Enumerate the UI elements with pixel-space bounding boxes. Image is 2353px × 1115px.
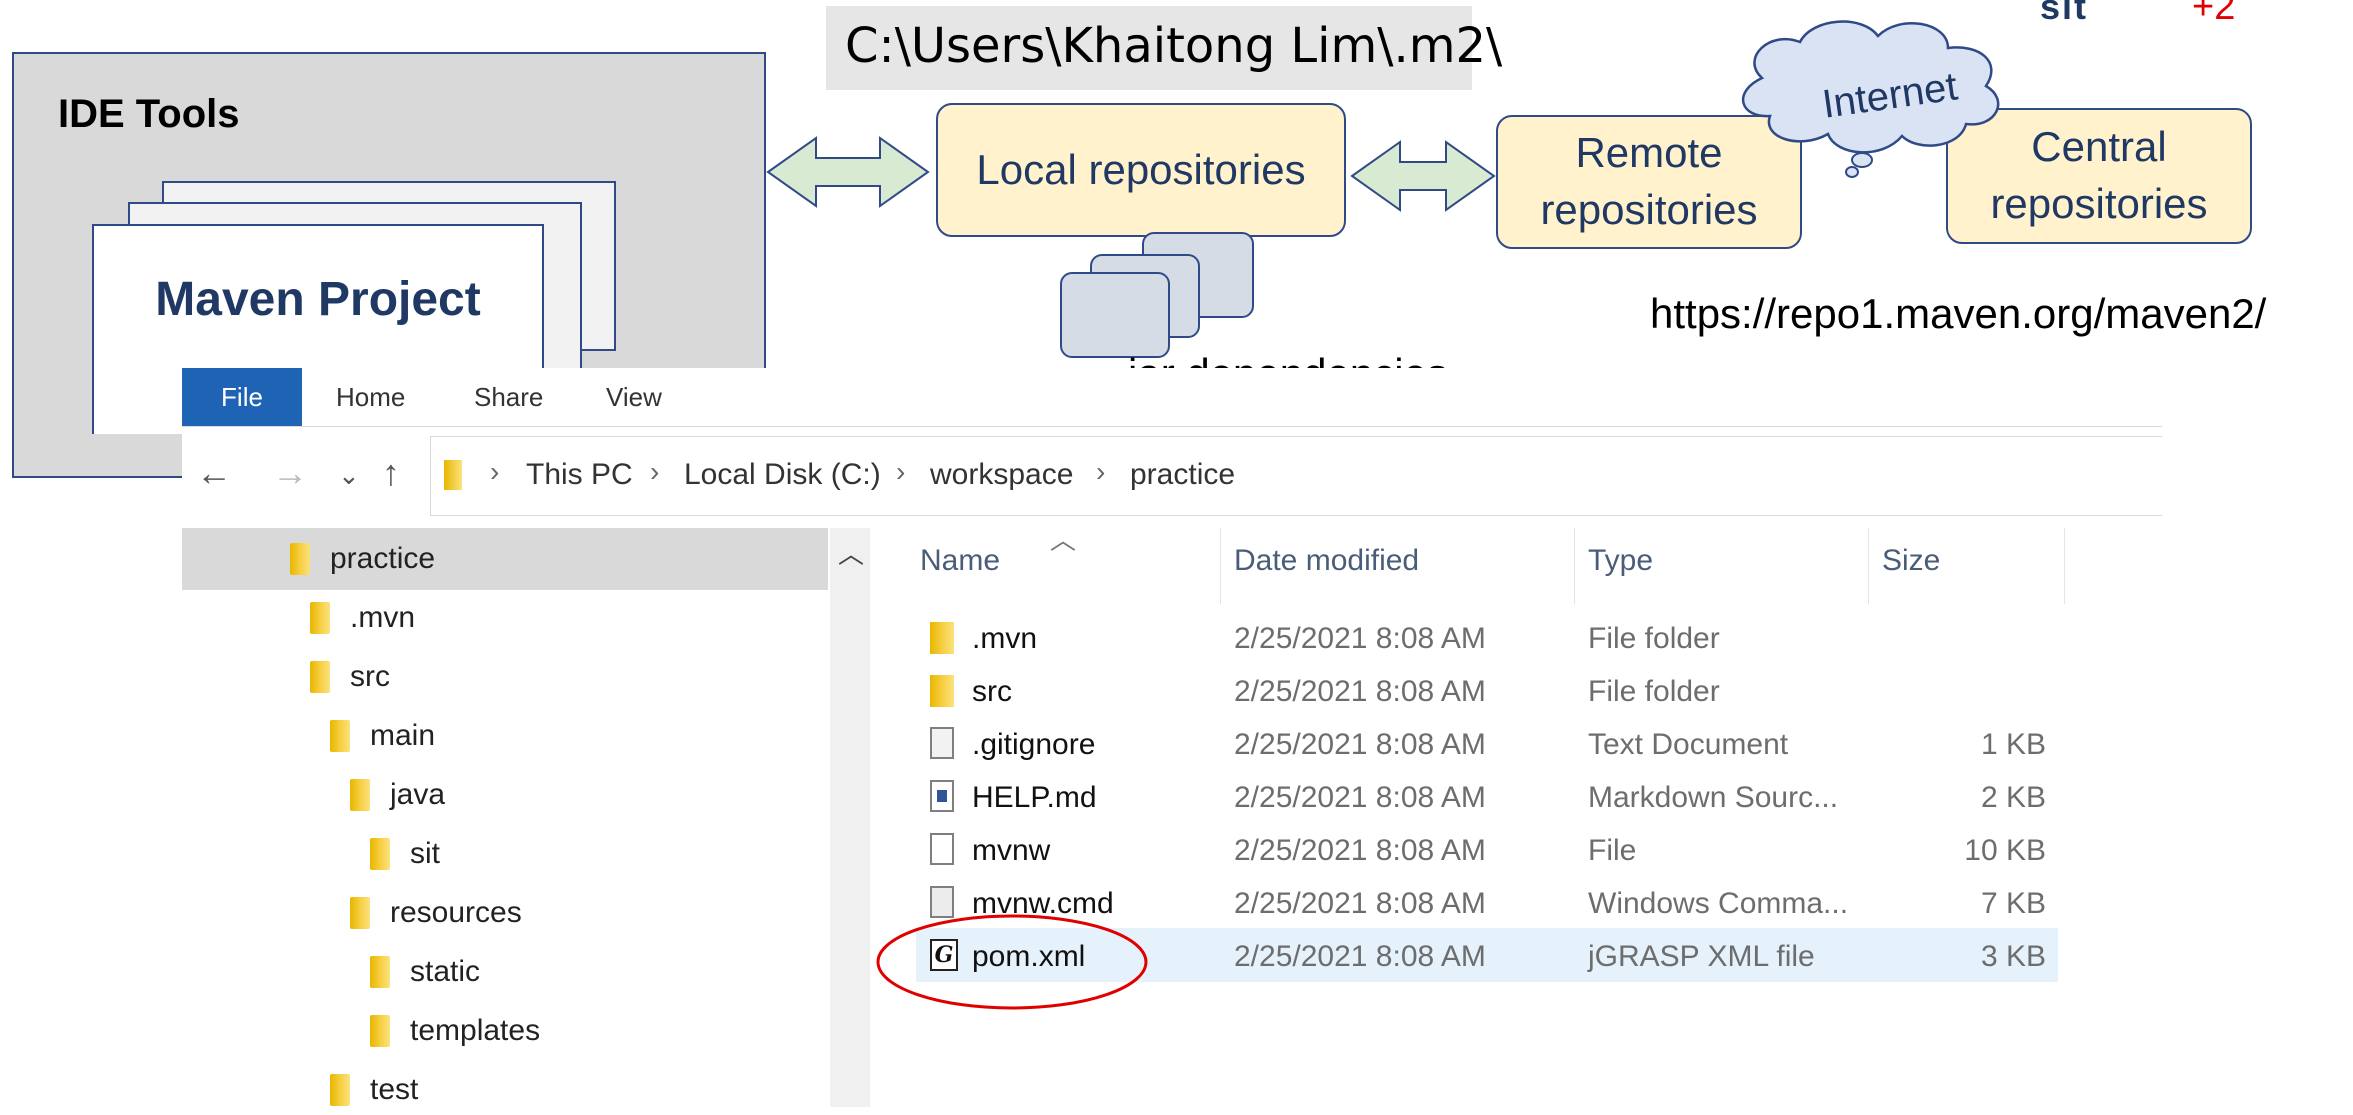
local-remote-double-arrow bbox=[1350, 140, 1496, 212]
tree-item-label: .mvn bbox=[350, 601, 416, 634]
tree-item-practice[interactable]: practice bbox=[290, 534, 435, 584]
tree-item-label: src bbox=[350, 660, 390, 693]
file-date: 2/25/2021 8:08 AM bbox=[1234, 834, 1486, 867]
folder-icon bbox=[330, 1074, 350, 1106]
text-file-icon bbox=[930, 727, 954, 759]
file-type: File folder bbox=[1588, 675, 1720, 708]
file-size: 7 KB bbox=[1980, 887, 2046, 920]
file-type: Text Document bbox=[1588, 728, 1789, 761]
breadcrumb-local-disk[interactable]: Local Disk (C:) bbox=[684, 458, 881, 492]
file-name: mvnw bbox=[972, 834, 1051, 867]
tree-item-resources[interactable]: resources bbox=[350, 888, 522, 938]
tab-share[interactable]: Share bbox=[474, 368, 543, 426]
tree-item-label: sit bbox=[410, 837, 440, 870]
file-type: Markdown Sourc... bbox=[1588, 781, 1839, 814]
folder-icon bbox=[290, 543, 310, 575]
folder-icon bbox=[370, 838, 390, 870]
folder-icon bbox=[930, 622, 954, 654]
folder-icon bbox=[330, 720, 350, 752]
recent-dropdown-icon[interactable]: ⌄ bbox=[338, 460, 360, 491]
sit-logo: sit bbox=[2040, 0, 2089, 27]
column-header-size[interactable]: Size bbox=[1882, 544, 1940, 578]
file-name: .mvn bbox=[972, 622, 1038, 655]
tree-item-main[interactable]: main bbox=[330, 711, 435, 761]
tree-item-label: java bbox=[390, 778, 446, 811]
file-date: 2/25/2021 8:08 AM bbox=[1234, 728, 1486, 761]
file-size: 2 KB bbox=[1980, 781, 2046, 814]
folder-icon bbox=[370, 1015, 390, 1047]
blank-file-icon bbox=[930, 833, 954, 865]
tree-item-label: resources bbox=[390, 896, 522, 929]
folder-icon bbox=[444, 460, 462, 490]
column-divider[interactable] bbox=[1868, 528, 1869, 604]
breadcrumb-separator-icon: › bbox=[1096, 456, 1106, 487]
file-type: File folder bbox=[1588, 622, 1720, 655]
scroll-up-icon[interactable]: ︿ bbox=[838, 534, 864, 571]
markdown-file-icon bbox=[930, 780, 954, 812]
file-type: jGRASP XML file bbox=[1588, 940, 1815, 973]
column-header-name[interactable]: Name bbox=[920, 544, 1000, 578]
back-arrow-icon[interactable]: ← bbox=[196, 452, 232, 494]
tree-item-label: test bbox=[370, 1073, 419, 1106]
file-date: 2/25/2021 8:08 AM bbox=[1234, 887, 1486, 920]
nav-selected-highlight bbox=[182, 528, 828, 590]
ide-local-double-arrow bbox=[766, 136, 930, 208]
tree-item-test[interactable]: test bbox=[330, 1065, 418, 1115]
folder-icon bbox=[350, 897, 370, 929]
up-arrow-icon[interactable]: ↑ bbox=[382, 452, 400, 494]
tab-home[interactable]: Home bbox=[336, 368, 405, 426]
central-repository-url: https://repo1.maven.org/maven2/ bbox=[1650, 290, 2267, 337]
tree-item-java[interactable]: java bbox=[350, 770, 445, 820]
file-size: 1 KB bbox=[1980, 728, 2046, 761]
tree-item-label: static bbox=[410, 955, 481, 988]
forward-arrow-icon[interactable]: → bbox=[272, 452, 308, 494]
sort-ascending-icon: ︿ bbox=[1050, 525, 1077, 555]
column-header-type[interactable]: Type bbox=[1588, 544, 1653, 578]
column-divider[interactable] bbox=[1220, 528, 1221, 604]
file-type: File bbox=[1588, 834, 1637, 867]
tree-item-sit[interactable]: sit bbox=[370, 829, 440, 879]
breadcrumb-this-pc[interactable]: This PC bbox=[526, 458, 633, 492]
file-name: src bbox=[972, 675, 1012, 708]
file-name: HELP.md bbox=[972, 781, 1097, 814]
folder-icon bbox=[310, 602, 330, 634]
breadcrumb-workspace[interactable]: workspace bbox=[930, 458, 1073, 492]
breadcrumb-practice[interactable]: practice bbox=[1130, 458, 1235, 492]
file-date: 2/25/2021 8:08 AM bbox=[1234, 622, 1486, 655]
folder-icon bbox=[930, 675, 954, 707]
jar-dependency-front bbox=[1060, 272, 1170, 358]
pom-highlight-ellipse bbox=[876, 914, 1148, 1010]
folder-icon bbox=[350, 779, 370, 811]
column-header-date[interactable]: Date modified bbox=[1234, 544, 1419, 578]
file-size: 10 KB bbox=[1964, 834, 2046, 867]
file-type: Windows Comma... bbox=[1588, 887, 1849, 920]
slide-badge: +2 bbox=[2192, 0, 2236, 28]
file-size: 3 KB bbox=[1980, 940, 2046, 973]
breadcrumb-separator-icon: › bbox=[650, 456, 660, 487]
tab-file[interactable]: File bbox=[182, 368, 302, 426]
tree-item-label: main bbox=[370, 719, 436, 752]
tree-item-static[interactable]: static bbox=[370, 947, 480, 997]
tree-item-label: practice bbox=[330, 542, 436, 575]
breadcrumb-separator-icon: › bbox=[896, 456, 906, 487]
tree-item-label: templates bbox=[410, 1014, 541, 1047]
cloud-bubble-large bbox=[1851, 152, 1873, 168]
tree-item-templates[interactable]: templates bbox=[370, 1006, 540, 1056]
tree-item-src[interactable]: src bbox=[310, 652, 390, 702]
breadcrumb-separator-icon: › bbox=[490, 456, 500, 487]
file-name: .gitignore bbox=[972, 728, 1096, 761]
file-date: 2/25/2021 8:08 AM bbox=[1234, 781, 1486, 814]
file-date: 2/25/2021 8:08 AM bbox=[1234, 675, 1486, 708]
folder-icon bbox=[310, 661, 330, 693]
tab-view[interactable]: View bbox=[606, 368, 662, 426]
column-divider[interactable] bbox=[1574, 528, 1575, 604]
file-date: 2/25/2021 8:08 AM bbox=[1234, 940, 1486, 973]
tree-item-mvn[interactable]: .mvn bbox=[310, 593, 415, 643]
nav-pane-scrollbar[interactable] bbox=[830, 528, 870, 1107]
cloud-bubble-small bbox=[1845, 166, 1859, 178]
folder-icon bbox=[370, 956, 390, 988]
column-divider[interactable] bbox=[2064, 528, 2065, 604]
